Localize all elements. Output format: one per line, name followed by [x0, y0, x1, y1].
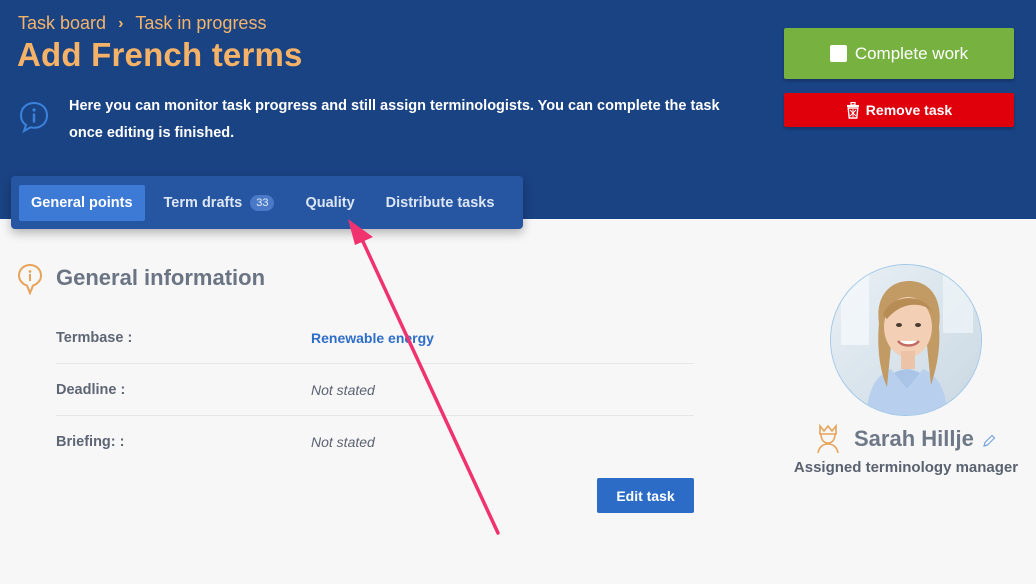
info-row-briefing: Briefing: : Not stated — [56, 416, 694, 467]
manager-line: Sarah Hillje — [816, 424, 996, 454]
breadcrumb-item-task-in-progress[interactable]: Task in progress — [135, 13, 266, 34]
briefing-label: Briefing: : — [56, 433, 125, 450]
termbase-label: Termbase : — [56, 330, 133, 346]
complete-work-label: Complete work — [854, 43, 969, 63]
info-row-deadline: Deadline : Not stated — [56, 365, 694, 416]
briefing-value: Not stated — [311, 433, 375, 450]
tab-distribute-tasks[interactable]: Distribute tasks — [374, 185, 507, 221]
section-title: General information — [56, 265, 266, 290]
term-drafts-count-badge: 33 — [250, 194, 275, 211]
remove-task-label: Remove task — [865, 102, 953, 118]
pencil-icon[interactable] — [982, 434, 996, 448]
tab-term-drafts[interactable]: Term drafts 33 — [152, 185, 287, 221]
termbase-link[interactable]: Renewable energy — [311, 330, 434, 346]
tab-label: Quality — [305, 194, 355, 211]
remove-task-button[interactable]: Remove task — [784, 93, 1014, 127]
breadcrumb-separator: › — [118, 14, 124, 32]
info-speech-bubble-icon — [19, 101, 49, 134]
tab-label: Term drafts — [163, 194, 243, 211]
manager-role: Assigned terminology manager — [793, 459, 1019, 476]
deadline-label: Deadline : — [56, 382, 126, 398]
manager-name: Sarah Hillje — [854, 426, 974, 451]
complete-work-button[interactable]: Complete work — [784, 28, 1014, 79]
avatar-photo — [831, 265, 981, 415]
tab-quality[interactable]: Quality — [293, 185, 366, 221]
deadline-value: Not stated — [311, 382, 375, 398]
page-title: Add French terms — [17, 36, 303, 73]
edit-task-button[interactable]: Edit task — [597, 478, 694, 513]
info-text: Here you can monitor task progress and s… — [69, 98, 720, 141]
tab-bar: General points Term drafts 33 Quality Di… — [11, 176, 523, 229]
checkbox-icon — [829, 45, 847, 62]
avatar — [830, 264, 982, 416]
tab-label: Distribute tasks — [385, 194, 495, 211]
trash-icon — [846, 101, 859, 119]
breadcrumb: Task board › Task in progress — [18, 13, 266, 34]
breadcrumb-item-task-board[interactable]: Task board — [18, 13, 106, 34]
tab-label: General points — [31, 194, 133, 211]
crown-person-icon — [817, 424, 839, 454]
tab-general-points[interactable]: General points — [19, 184, 145, 221]
info-row-termbase: Termbase : Renewable energy — [56, 313, 694, 364]
info-pin-icon — [17, 263, 43, 295]
